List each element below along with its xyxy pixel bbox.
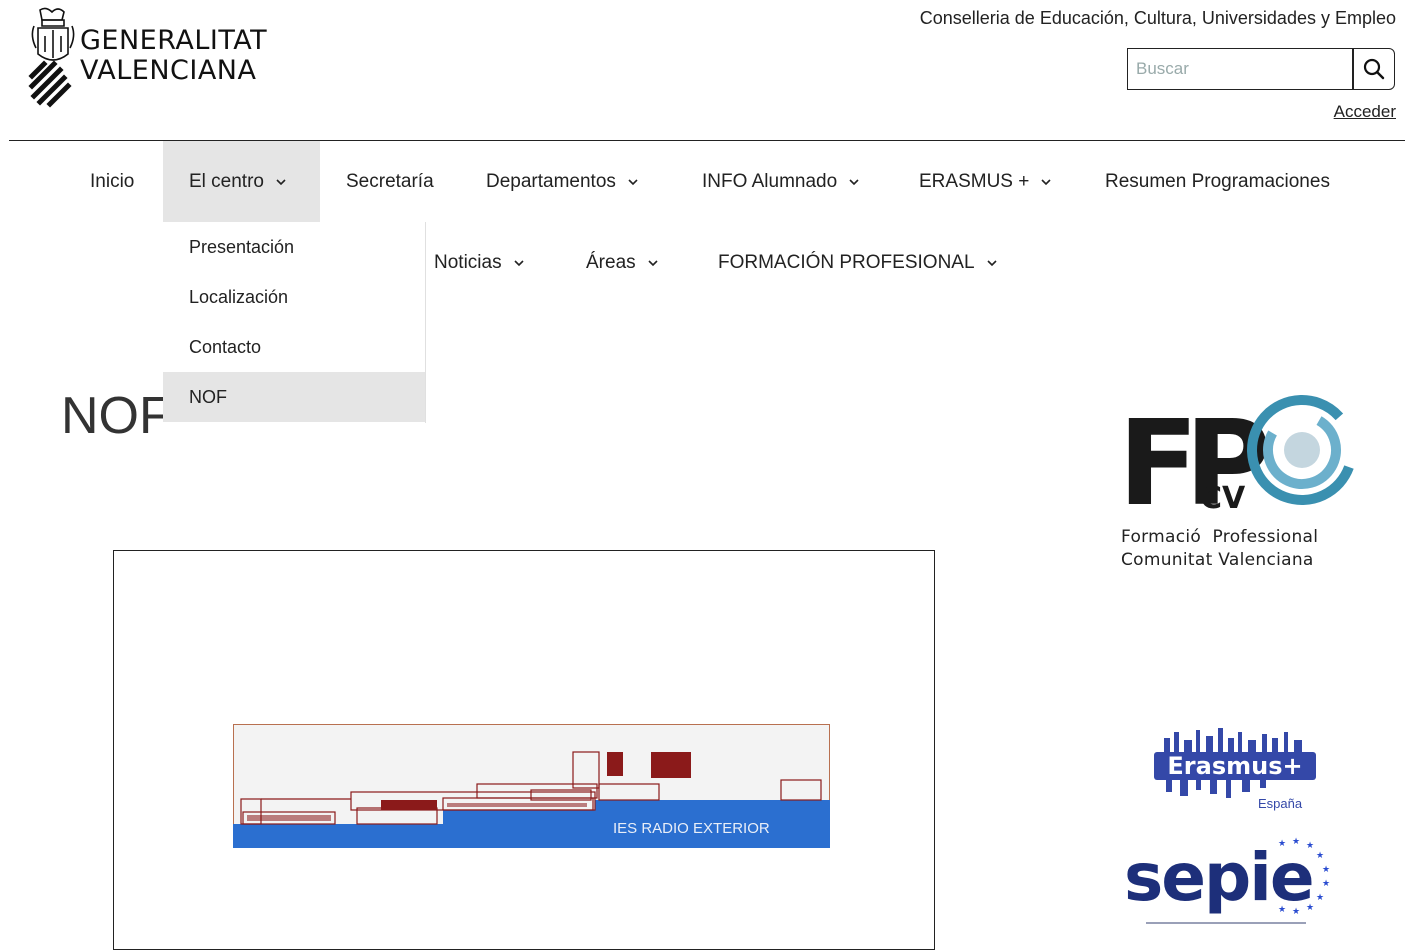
nav-item-resumen-programaciones[interactable]: Resumen Programaciones	[1105, 141, 1330, 222]
dropdown-label: NOF	[189, 386, 227, 407]
erasmus-logo[interactable]: Erasmus+ España	[1150, 728, 1320, 812]
search-icon	[1363, 58, 1385, 80]
nav-item-noticias[interactable]: Noticias	[434, 222, 526, 303]
nav-label: Inicio	[90, 170, 135, 192]
svg-text:★: ★	[1322, 879, 1330, 889]
nav-label: ERASMUS +	[919, 170, 1030, 192]
nav-label: INFO Alumnado	[702, 170, 838, 192]
login-link[interactable]: Acceder	[1334, 102, 1396, 122]
nav-item-erasmus[interactable]: ERASMUS +	[919, 141, 1053, 222]
logo-line2: VALENCIANA	[80, 55, 257, 86]
svg-text:★: ★	[1292, 837, 1300, 847]
chevron-down-icon	[276, 178, 286, 185]
nav-label: El centro	[189, 170, 264, 192]
nav-item-el-centro[interactable]: El centro	[163, 141, 320, 222]
search-input[interactable]	[1127, 48, 1353, 90]
chevron-down-icon	[514, 259, 524, 266]
fpcv-sub: CV	[1200, 481, 1246, 516]
chevron-down-icon	[849, 178, 859, 185]
erasmus-text: Erasmus+	[1167, 752, 1302, 780]
search-button[interactable]	[1353, 48, 1395, 90]
nav-item-inicio[interactable]: Inicio	[63, 141, 161, 222]
dropdown-item-localizacion[interactable]: Localización	[163, 272, 425, 322]
search-form	[1127, 48, 1395, 90]
coat-of-arms-icon	[28, 7, 75, 108]
sepie-logo[interactable]: sepie ★ ★ ★ ★★★ ★★★ ★	[1120, 836, 1360, 930]
chevron-down-icon	[986, 259, 997, 266]
dropdown-label: Localización	[189, 286, 289, 307]
erasmus-country: España	[1258, 796, 1303, 811]
nav-item-formacion-profesional[interactable]: FORMACIÓN PROFESIONAL	[718, 222, 999, 303]
dropdown-item-presentacion[interactable]: Presentación	[163, 222, 425, 272]
nav-label: Áreas	[586, 251, 636, 273]
svg-text:★: ★	[1316, 851, 1324, 861]
conselleria-name: Conselleria de Educación, Cultura, Unive…	[919, 8, 1396, 28]
dropdown-label: Presentación	[189, 236, 295, 257]
generalitat-logo[interactable]: GENERALITAT VALENCIANA	[28, 6, 278, 110]
nav-label: Secretaría	[346, 170, 434, 192]
nav-item-info-alumnado[interactable]: INFO Alumnado	[702, 141, 861, 222]
nav-item-departamentos[interactable]: Departamentos	[486, 141, 640, 222]
nav-label: Noticias	[434, 251, 502, 273]
svg-text:★: ★	[1292, 907, 1300, 917]
svg-text:★: ★	[1278, 905, 1286, 915]
nav-item-areas[interactable]: Áreas	[586, 222, 660, 303]
fpcv-logo[interactable]: FP CV Formació Professional Comunitat Va…	[1118, 386, 1368, 576]
nav-label: Resumen Programaciones	[1105, 170, 1330, 192]
el-centro-dropdown: Presentación Localización Contacto NOF	[163, 222, 426, 423]
page-title: NOF	[61, 387, 171, 445]
nav-label: FORMACIÓN PROFESIONAL	[718, 251, 975, 273]
svg-text:★: ★	[1306, 841, 1314, 851]
dropdown-item-contacto[interactable]: Contacto	[163, 322, 425, 372]
svg-text:★: ★	[1316, 893, 1324, 903]
dropdown-label: Contacto	[189, 336, 262, 357]
fpcv-caption-line2: Comunitat Valenciana	[1121, 550, 1314, 570]
dropdown-item-nof[interactable]: NOF	[163, 372, 425, 422]
building-caption: IES RADIO EXTERIOR	[613, 820, 770, 837]
nav-item-secretaria[interactable]: Secretaría	[346, 141, 434, 222]
chevron-down-icon	[1041, 178, 1051, 185]
building-illustration: IES RADIO EXTERIOR	[233, 724, 830, 848]
fpcv-caption-line1: Formació Professional	[1121, 527, 1319, 547]
chevron-down-icon	[648, 259, 658, 266]
svg-text:★: ★	[1306, 903, 1314, 913]
fpcv-mark-icon: FP CV	[1118, 394, 1357, 532]
svg-text:★: ★	[1278, 839, 1286, 849]
chevron-down-icon	[628, 178, 638, 185]
logo-line1: GENERALITAT	[80, 25, 268, 56]
svg-text:★: ★	[1322, 865, 1330, 875]
nav-label: Departamentos	[486, 170, 616, 192]
